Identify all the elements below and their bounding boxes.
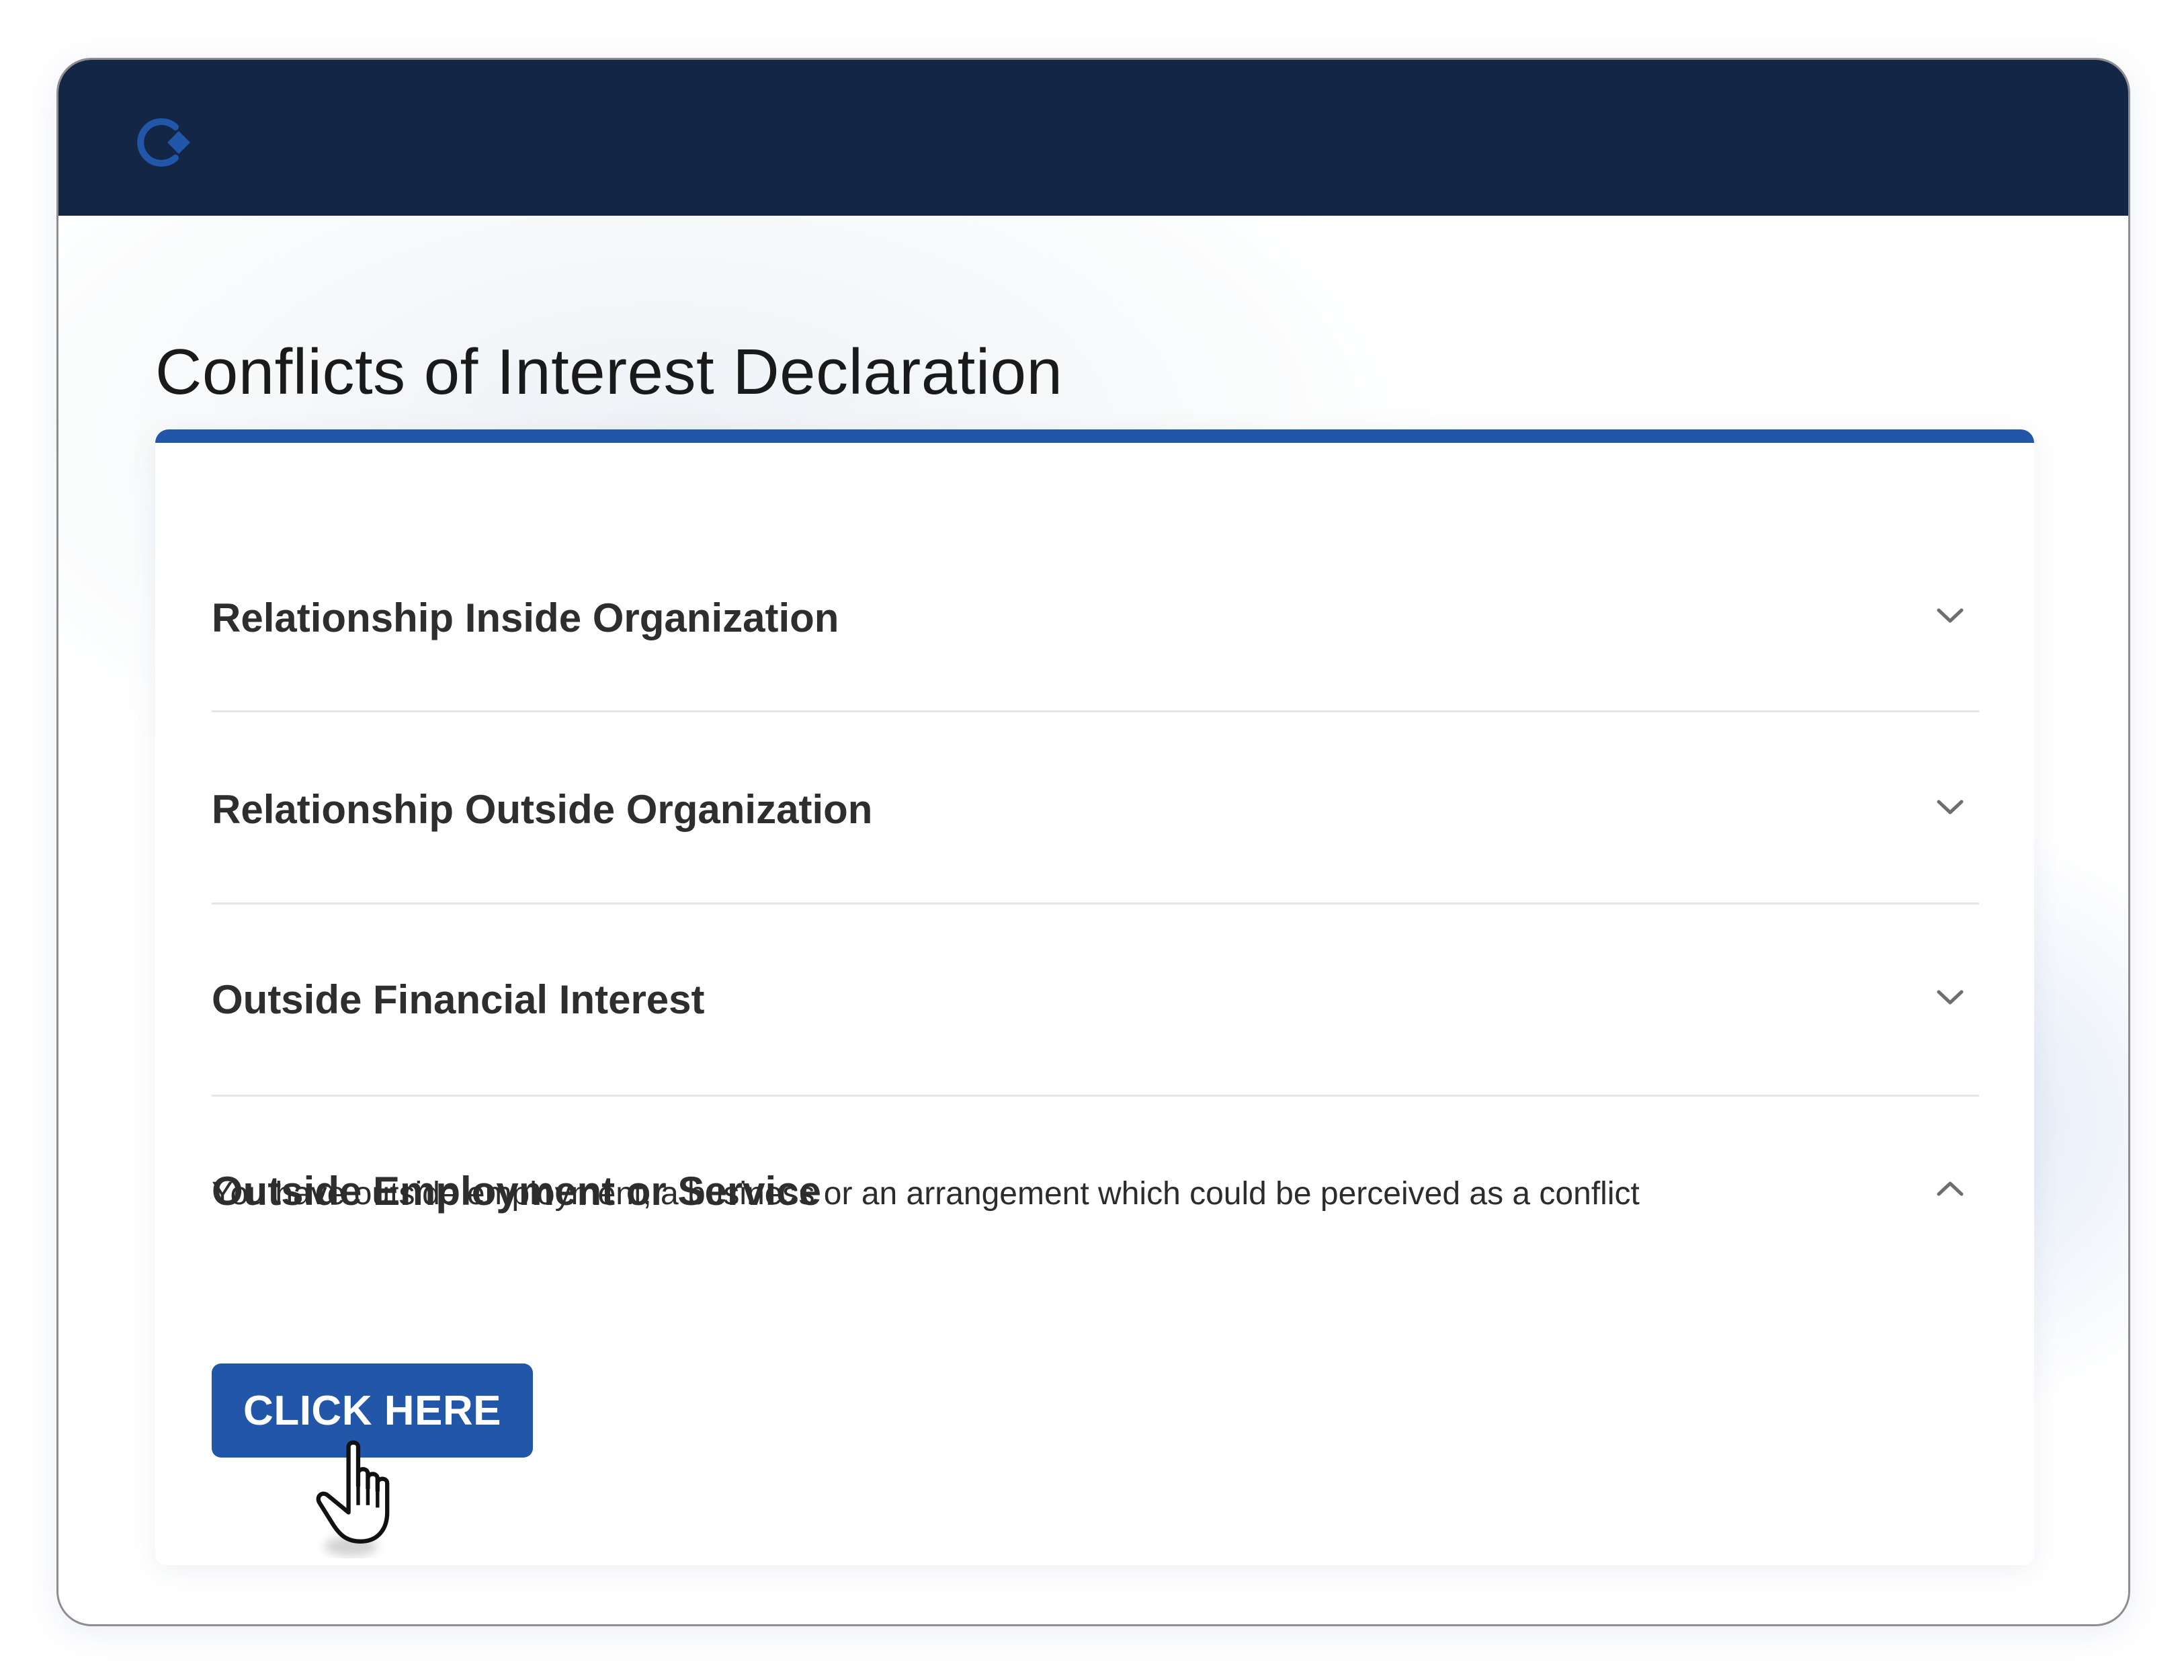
- accordion-header[interactable]: Outside Financial Interest: [212, 966, 1979, 1026]
- accordion-divider: [212, 710, 1979, 712]
- accordion-header[interactable]: Relationship Outside Organization: [212, 775, 1979, 836]
- card-accent-bar: [155, 429, 2034, 443]
- chevron-down-icon[interactable]: [1933, 980, 1967, 1014]
- page-title: Conflicts of Interest Declaration: [155, 336, 1063, 408]
- accordion-divider: [212, 1095, 1979, 1097]
- chevron-up-icon[interactable]: [1933, 1172, 1967, 1206]
- accordion-item-relationship-outside[interactable]: Relationship Outside Organization: [212, 775, 1979, 836]
- app-logo-icon[interactable]: [134, 112, 194, 173]
- chevron-down-icon[interactable]: [1933, 790, 1967, 824]
- chevron-down-icon[interactable]: [1933, 599, 1967, 632]
- accordion-title: Outside Financial Interest: [212, 977, 705, 1022]
- accordion-divider: [212, 902, 1979, 905]
- accordion-item-financial-interest[interactable]: Outside Financial Interest: [212, 966, 1979, 1026]
- top-navigation-bar: [58, 60, 2128, 216]
- accordion-description: You have outside employment, a business …: [212, 1176, 1640, 1212]
- accordion-item-relationship-inside[interactable]: Relationship Inside Organization: [212, 584, 1979, 644]
- declaration-card: Relationship Inside Organization Relatio…: [155, 429, 2034, 1565]
- accordion-header[interactable]: Relationship Inside Organization: [212, 584, 1979, 644]
- accordion-title: Relationship Inside Organization: [212, 595, 839, 640]
- accordion-title: Relationship Outside Organization: [212, 787, 873, 832]
- app-window: Conflicts of Interest Declaration Relati…: [56, 58, 2130, 1626]
- hand-pointer-icon: [316, 1440, 390, 1556]
